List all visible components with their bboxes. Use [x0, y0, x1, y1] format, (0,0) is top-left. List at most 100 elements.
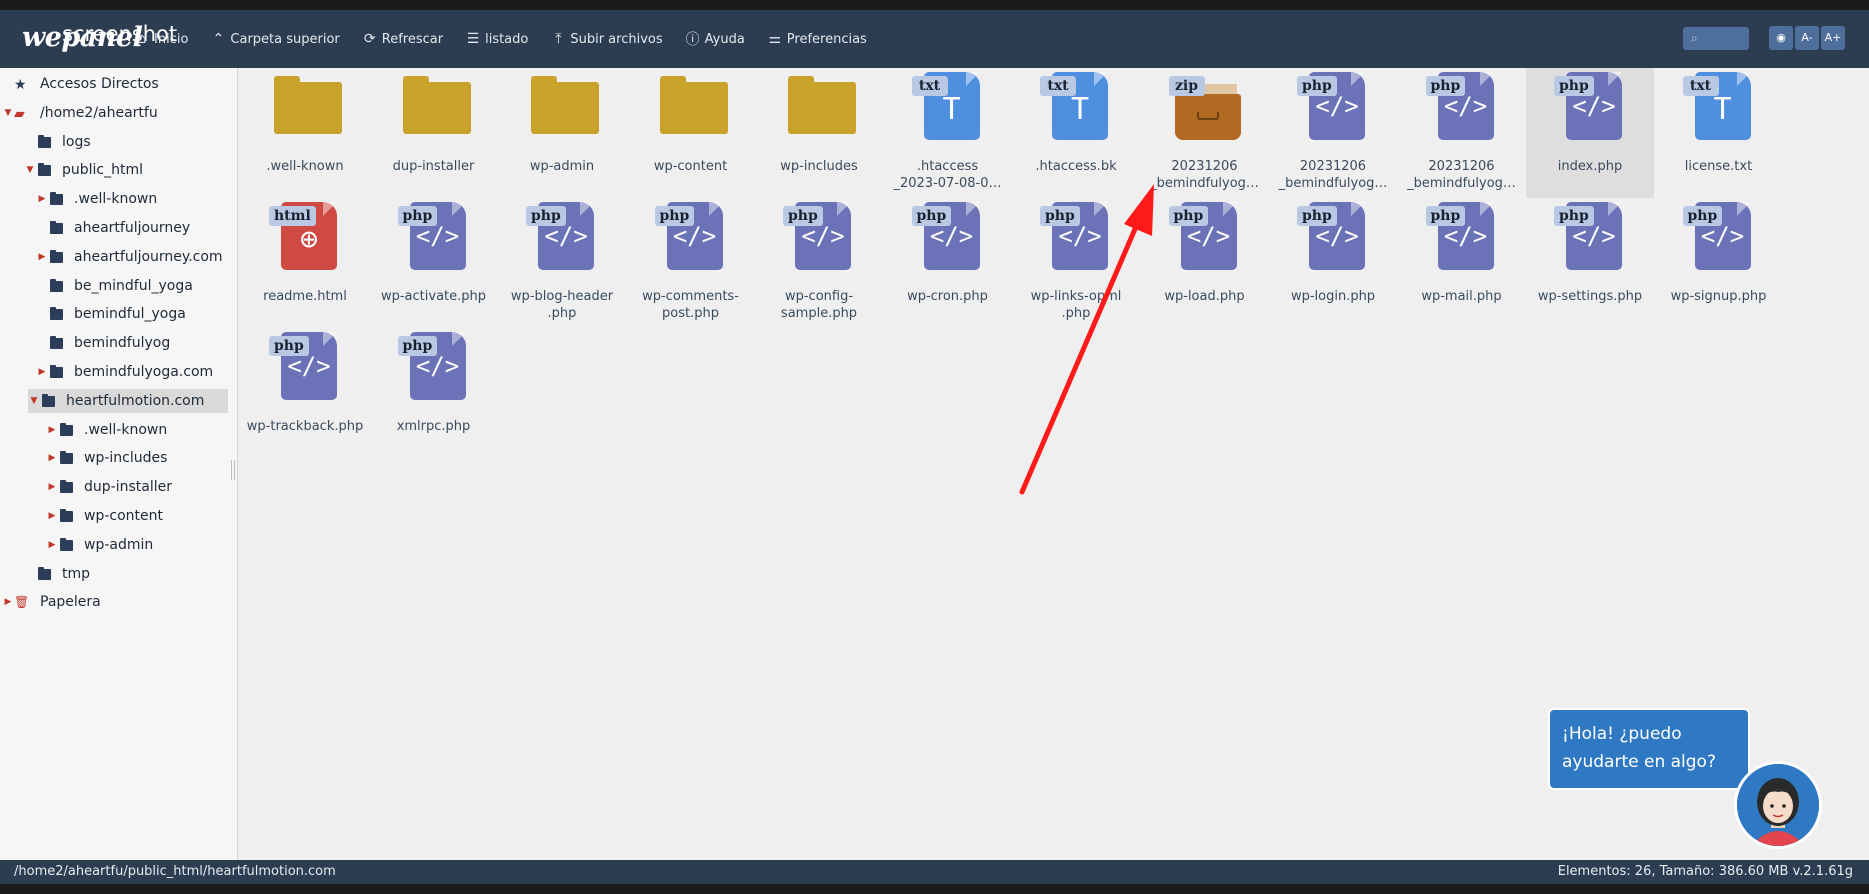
- folder-icon: [48, 365, 68, 379]
- sidebar-item[interactable]: bemindfulyog: [36, 331, 170, 355]
- file-item[interactable]: </> php wp-activate.php: [370, 198, 498, 328]
- toolbar-ayuda-button[interactable]: ⓘ Ayuda: [685, 29, 745, 49]
- file-item[interactable]: </> php wp-blog-header .php: [498, 198, 626, 328]
- file-item[interactable]: </> php wp-config- sample.php: [755, 198, 883, 328]
- file-item[interactable]: </> php wp-links-opml .php: [1012, 198, 1140, 328]
- sidebar-item[interactable]: ▼ heartfulmotion.com: [28, 388, 228, 413]
- file-item[interactable]: ⊕ html readme.html: [241, 198, 369, 328]
- caret-down-icon[interactable]: ▼: [28, 396, 40, 406]
- file-type-badge: php: [1297, 76, 1337, 96]
- sidebar-item-label: bemindful_yoga: [74, 306, 186, 323]
- sidebar-item-label: heartfulmotion.com: [66, 392, 205, 409]
- file-type-badge: php: [1682, 206, 1723, 226]
- toolbar-refrescar-button[interactable]: ⟳ Refrescar: [362, 31, 443, 47]
- sidebar-item[interactable]: bemindful_yoga: [36, 302, 186, 326]
- file-item[interactable]: </> php 20231206 _bemindfulyog…: [1269, 68, 1397, 198]
- toolbar-item-label: Subir archivos: [570, 31, 663, 47]
- file-item[interactable]: Ttxt license.txt: [1655, 68, 1783, 198]
- toolbar-item-label: Ayuda: [704, 31, 745, 47]
- file-item[interactable]: </> php index.php: [1526, 68, 1654, 198]
- file-item[interactable]: </> php wp-signup.php: [1655, 198, 1783, 328]
- file-item[interactable]: </> php wp-login.php: [1269, 198, 1397, 328]
- sidebar-item[interactable]: ▼ public_html: [24, 158, 143, 182]
- toolbar-subir-archivos-button[interactable]: ⤒ Subir archivos: [550, 31, 662, 47]
- toolbar-carpeta-superior-button[interactable]: ⌃ Carpeta superior: [210, 31, 340, 47]
- file-item[interactable]: </> php wp-mail.php: [1398, 198, 1526, 328]
- file-item[interactable]: </> php wp-settings.php: [1526, 198, 1654, 328]
- folder-icon: [58, 480, 78, 494]
- assistant-avatar-icon: [1737, 764, 1819, 846]
- font-decrease-button[interactable]: A-: [1795, 26, 1819, 50]
- toolbar-listado-button[interactable]: ☰ listado: [465, 31, 529, 47]
- caret-right-icon[interactable]: ▶: [36, 194, 48, 204]
- caret-right-icon[interactable]: ▶: [46, 425, 58, 435]
- caret-down-icon[interactable]: ▼: [24, 165, 36, 175]
- sidebar-item[interactable]: ▶ dup-installer: [46, 475, 172, 499]
- caret-right-icon[interactable]: ▶: [46, 482, 58, 492]
- chat-avatar-button[interactable]: [1734, 761, 1822, 849]
- sidebar-item[interactable]: ▶ .well-known: [36, 187, 158, 211]
- file-item[interactable]: </> php wp-trackback.php: [241, 328, 369, 458]
- file-item[interactable]: </> php wp-cron.php: [884, 198, 1012, 328]
- file-name: wp-settings.php: [1537, 289, 1643, 304]
- file-name: wp-activate.php: [380, 289, 487, 304]
- sidebar-item[interactable]: aheartfuljourney: [36, 216, 190, 240]
- sidebar-item[interactable]: ▶ 🗑 Papelera: [2, 590, 101, 614]
- file-item[interactable]: wp-admin: [498, 68, 626, 198]
- sidebar-resize-handle[interactable]: [231, 460, 235, 480]
- sidebar-item[interactable]: ▶ wp-content: [46, 504, 163, 528]
- file-name: 20231206 _bemindfulyog…: [1407, 159, 1516, 191]
- top-toolbar: wepanel screenshot ⌂ Inicio ⌃ Carpeta super…: [0, 10, 1869, 68]
- caret-right-icon[interactable]: ▶: [36, 252, 48, 262]
- php-file-icon: </> php: [1040, 202, 1112, 274]
- sidebar-item-label: bemindfulyoga.com: [74, 364, 214, 380]
- file-item[interactable]: Ttxt .htaccess.bk: [1012, 68, 1140, 198]
- file-item[interactable]: </> php wp-comments- post.php: [627, 198, 755, 328]
- file-item[interactable]: </> php wp-load.php: [1141, 198, 1269, 328]
- search-input[interactable]: ⌕: [1683, 27, 1749, 50]
- sidebar-item[interactable]: ▶ wp-includes: [46, 446, 168, 470]
- file-item[interactable]: wp-content: [627, 68, 755, 198]
- sidebar-item[interactable]: ▶ bemindfulyoga.com: [36, 360, 214, 384]
- sidebar-item[interactable]: ▶ wp-admin: [46, 533, 154, 557]
- file-name: .htaccess.bk: [1035, 159, 1117, 174]
- toolbar-inicio-button[interactable]: ⌂ Inicio: [134, 31, 189, 47]
- file-type-badge: php: [1425, 76, 1466, 96]
- chat-bubble[interactable]: ¡Hola! ¿puedo ayudarte en algo?: [1548, 708, 1750, 790]
- caret-right-icon[interactable]: ▶: [46, 540, 58, 550]
- font-increase-button[interactable]: A+: [1821, 26, 1845, 50]
- sidebar-item[interactable]: ▶ aheartfuljourney.com: [36, 245, 223, 269]
- preview-toggle-button[interactable]: ◉: [1769, 26, 1793, 50]
- file-name: wp-config- sample.php: [780, 289, 858, 321]
- file-name: wp-comments- post.php: [642, 289, 739, 321]
- php-file-icon: </> php: [1554, 202, 1626, 274]
- caret-right-icon[interactable]: ▶: [36, 367, 48, 377]
- file-item[interactable]: .well-known: [241, 68, 369, 198]
- php-file-icon: </> php: [397, 332, 470, 404]
- file-name: wp-includes: [780, 159, 858, 174]
- caret-right-icon[interactable]: ▶: [46, 511, 58, 521]
- folder-icon: [48, 307, 68, 321]
- toolbar-preferencias-button[interactable]: ⚌ Preferencias: [767, 31, 867, 47]
- chevron-up-icon: ⌃: [212, 31, 225, 47]
- file-item[interactable]: </> php 20231206 _bemindfulyog…: [1398, 68, 1526, 198]
- file-type-badge: html: [269, 206, 316, 226]
- file-item[interactable]: zip 20231206 _bemindfulyog…: [1141, 68, 1269, 198]
- sidebar-item[interactable]: logs: [24, 130, 91, 154]
- sidebar-item[interactable]: be_mindful_yoga: [36, 274, 193, 298]
- sidebar-item-label: bemindfulyog: [74, 335, 171, 352]
- caret-right-icon[interactable]: ▶: [46, 453, 58, 463]
- folder-icon: [526, 72, 599, 144]
- caret-right-icon[interactable]: ▶: [2, 597, 14, 607]
- file-item[interactable]: Ttxt .htaccess _2023-07-08-0…: [884, 68, 1012, 198]
- sidebar-item[interactable]: ★ Accesos Directos: [2, 72, 159, 96]
- sidebar-item[interactable]: ▼ ▰ /home2/aheartfu: [2, 101, 158, 125]
- file-item[interactable]: wp-includes: [755, 68, 883, 198]
- file-item[interactable]: dup-installer: [370, 68, 498, 198]
- sidebar-item[interactable]: tmp: [24, 562, 90, 586]
- file-item[interactable]: </> php xmlrpc.php: [370, 328, 498, 458]
- caret-down-icon[interactable]: ▼: [2, 108, 14, 118]
- list-icon: ☰: [466, 31, 480, 47]
- php-file-icon: </> php: [911, 202, 984, 274]
- sidebar-item[interactable]: ▶ .well-known: [46, 418, 168, 442]
